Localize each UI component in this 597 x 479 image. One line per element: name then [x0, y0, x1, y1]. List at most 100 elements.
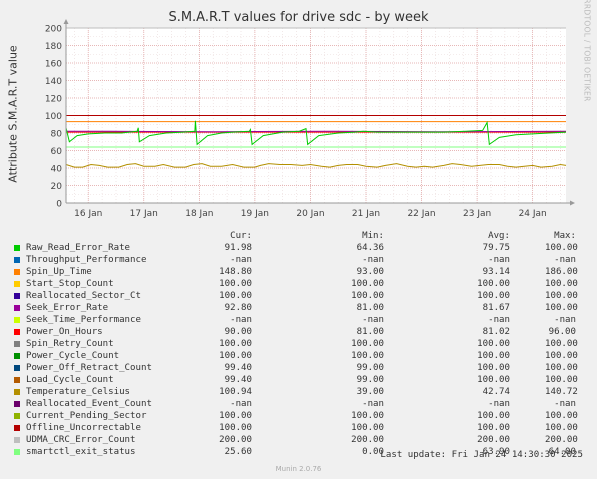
legend-value-avg: 81.02	[482, 327, 510, 337]
legend-name: Load_Cycle_Count	[26, 375, 114, 385]
legend-swatch	[14, 377, 20, 383]
legend-name: Throughput_Performance	[26, 255, 147, 265]
x-tick-label: 18 Jan	[185, 209, 213, 219]
y-tick-label: 80	[51, 130, 63, 140]
legend-row: Current_Pending_Sector 100.00 100.00 100.00…	[14, 410, 584, 422]
y-tick-label: 0	[56, 200, 62, 210]
legend-value-cur: 100.00	[219, 279, 252, 289]
legend-value-max: 100.00	[545, 291, 578, 301]
legend-value-max: -nan	[554, 399, 576, 409]
legend-value-min: 200.00	[351, 435, 384, 445]
x-tick-label: 19 Jan	[241, 209, 269, 219]
x-tick-label: 21 Jan	[352, 209, 380, 219]
legend-name: Start_Stop_Count	[26, 279, 114, 289]
munin-version: Munin 2.0.76	[275, 465, 322, 473]
legend-value-max: 100.00	[545, 363, 578, 373]
legend-row: Power_On_Hours 90.00 81.00 81.02 96.00	[14, 326, 584, 338]
legend-value-cur: 99.40	[224, 375, 252, 385]
legend-value-max: 186.00	[545, 267, 578, 277]
y-tick-label: 200	[45, 25, 62, 35]
legend-name: Power_Off_Retract_Count	[26, 363, 152, 373]
legend-row: Load_Cycle_Count 99.40 99.00 100.00 100.00	[14, 374, 584, 386]
legend-row: UDMA_CRC_Error_Count 200.00 200.00 200.00 20…	[14, 434, 584, 446]
legend-value-avg: 100.00	[477, 339, 510, 349]
legend-value-avg: 42.74	[482, 387, 510, 397]
legend-value-cur: 100.00	[219, 411, 252, 421]
legend-name: Seek_Time_Performance	[26, 315, 141, 325]
legend-value-avg: 200.00	[477, 435, 510, 445]
legend-value-max: -nan	[554, 315, 576, 325]
legend-header-max: Max:	[554, 231, 576, 241]
legend-value-cur: 91.98	[224, 243, 252, 253]
legend-value-max: 140.72	[545, 387, 578, 397]
legend-swatch	[14, 389, 20, 395]
legend-value-min: -nan	[362, 399, 384, 409]
legend-swatch	[14, 245, 20, 251]
legend-swatch	[14, 293, 20, 299]
y-tick-label: 40	[51, 165, 63, 175]
last-update: Last update: Fri Jan 24 14:30:30 2025	[380, 450, 583, 460]
legend-value-cur: 100.00	[219, 423, 252, 433]
legend-value-min: 0.00	[362, 447, 384, 457]
legend-value-min: 81.00	[356, 303, 384, 313]
x-axis-arrow	[570, 200, 575, 206]
legend-swatch	[14, 365, 20, 371]
legend-value-avg: 81.67	[482, 303, 510, 313]
legend-value-min: -nan	[362, 255, 384, 265]
y-axis-arrow	[63, 19, 69, 24]
legend-value-cur: -nan	[230, 399, 252, 409]
legend-swatch	[14, 401, 20, 407]
legend-value-max: 100.00	[545, 243, 578, 253]
legend-name: UDMA_CRC_Error_Count	[26, 435, 136, 445]
legend-value-avg: 100.00	[477, 351, 510, 361]
legend-value-min: 100.00	[351, 351, 384, 361]
legend-value-min: -nan	[362, 315, 384, 325]
legend-value-avg: 100.00	[477, 411, 510, 421]
legend-value-max: 96.00	[548, 327, 576, 337]
legend-header-row: Cur: Min: Avg: Max:	[14, 230, 584, 242]
legend-row: Reallocated_Sector_Ct 100.00 100.00 100.00 1…	[14, 290, 584, 302]
legend-value-max: 100.00	[545, 375, 578, 385]
y-tick-label: 120	[45, 95, 62, 105]
legend-row: Start_Stop_Count 100.00 100.00 100.00 100.00	[14, 278, 584, 290]
legend-value-cur: 100.00	[219, 339, 252, 349]
legend-header-cur: Cur:	[230, 231, 252, 241]
legend-value-min: 100.00	[351, 411, 384, 421]
legend-value-cur: -nan	[230, 255, 252, 265]
legend-value-cur: 200.00	[219, 435, 252, 445]
y-tick-label: 60	[51, 147, 63, 157]
y-tick-label: 140	[45, 77, 62, 87]
legend-header-min: Min:	[362, 231, 384, 241]
legend-value-cur: 100.00	[219, 351, 252, 361]
legend-value-min: 93.00	[356, 267, 384, 277]
legend-name: Power_Cycle_Count	[26, 351, 120, 361]
legend-name: Reallocated_Event_Count	[26, 399, 152, 409]
x-tick-label: 16 Jan	[74, 209, 102, 219]
x-tick-label: 23 Jan	[463, 209, 491, 219]
y-tick-label: 180	[45, 42, 62, 52]
legend-row: Power_Cycle_Count 100.00 100.00 100.00 100.0…	[14, 350, 584, 362]
legend-name: Temperature_Celsius	[26, 387, 131, 397]
legend-value-avg: 100.00	[477, 363, 510, 373]
legend-value-avg: -nan	[488, 255, 510, 265]
legend-value-max: 100.00	[545, 351, 578, 361]
legend-swatch	[14, 305, 20, 311]
legend-name: Offline_Uncorrectable	[26, 423, 141, 433]
legend-row: Seek_Time_Performance -nan -nan -nan -nan	[14, 314, 584, 326]
legend-swatch	[14, 413, 20, 419]
legend-value-max: 100.00	[545, 303, 578, 313]
legend-name: Seek_Error_Rate	[26, 303, 109, 313]
legend-value-min: 99.00	[356, 363, 384, 373]
legend-swatch	[14, 341, 20, 347]
legend-row: Throughput_Performance -nan -nan -nan -nan	[14, 254, 584, 266]
legend-value-cur: -nan	[230, 315, 252, 325]
legend-name: Spin_Up_Time	[26, 267, 92, 277]
legend-name: smartctl_exit_status	[26, 447, 136, 457]
x-tick-label: 20 Jan	[296, 209, 324, 219]
legend-row: Raw_Read_Error_Rate 91.98 64.36 79.75 100.00	[14, 242, 584, 254]
legend-row: Reallocated_Event_Count -nan -nan -nan -nan	[14, 398, 584, 410]
legend-value-max: 100.00	[545, 411, 578, 421]
legend-value-cur: 90.00	[224, 327, 252, 337]
legend-value-cur: 100.94	[219, 387, 252, 397]
x-tick-label: 22 Jan	[407, 209, 435, 219]
